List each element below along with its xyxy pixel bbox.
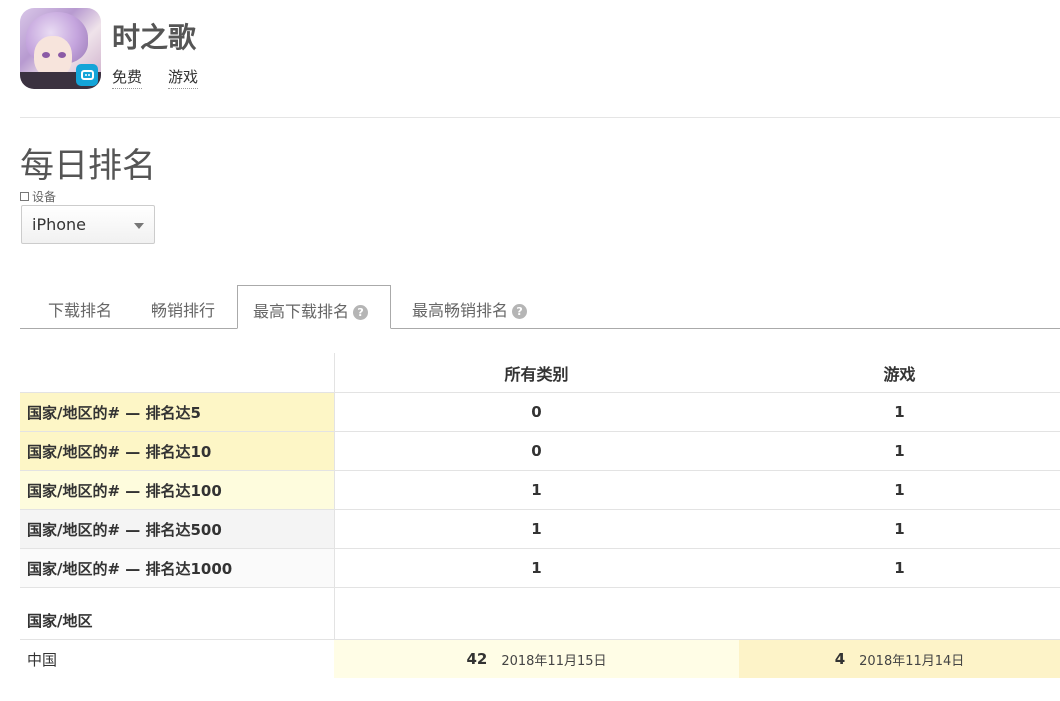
help-icon[interactable]: ? — [512, 304, 528, 319]
device-select[interactable]: iPhone — [21, 205, 155, 244]
tab-grossing-rank[interactable]: 畅销排行 — [151, 285, 215, 329]
country-name[interactable]: 中国 — [20, 640, 334, 678]
app-icon-eye — [58, 52, 66, 58]
section-title: 每日排名 — [20, 146, 156, 186]
row-value-all: 1 — [531, 559, 542, 577]
device-label-text: 设备 — [32, 190, 57, 204]
tab-top-download-rank[interactable]: 最高下载排名? — [237, 285, 391, 329]
app-header: 时之歌 免费 游戏 — [20, 8, 1060, 118]
help-icon[interactable]: ? — [353, 305, 369, 320]
row-label: 国家/地区的# — 排名达10 — [20, 432, 334, 470]
rank-value: 4 — [834, 650, 846, 668]
table-row: 国家/地区的# — 排名达10 0 1 — [20, 432, 1060, 471]
tab-label: 最高下载排名 — [253, 302, 350, 321]
country-value-game: 4 2018年11月14日 — [739, 640, 1060, 678]
row-value-all: 1 — [531, 481, 542, 499]
row-label: 国家/地区的# — 排名达500 — [20, 510, 334, 548]
rank-date: 2018年11月15日 — [501, 653, 607, 669]
tab-top-grossing-rank[interactable]: 最高畅销排名? — [412, 285, 528, 329]
tag-game[interactable]: 游戏 — [168, 66, 199, 89]
column-header-all[interactable]: 所有类别 — [334, 353, 739, 392]
tag-free[interactable]: 免费 — [112, 66, 143, 89]
device-checkbox-icon — [20, 192, 29, 201]
tab-label: 最高畅销排名 — [412, 301, 509, 320]
row-value-game: 1 — [894, 403, 905, 421]
chevron-down-icon — [134, 223, 144, 229]
row-value-all: 0 — [531, 403, 542, 421]
row-label: 国家/地区的# — 排名达100 — [20, 471, 334, 509]
row-label: 国家/地区的# — 排名达5 — [20, 393, 334, 431]
table-row: 国家/地区的# — 排名达5 0 1 — [20, 393, 1060, 432]
app-tags: 免费 游戏 — [112, 66, 199, 89]
app-title: 时之歌 — [112, 21, 197, 54]
bilibili-icon — [76, 64, 98, 86]
row-value-all: 0 — [531, 442, 542, 460]
row-value-game: 1 — [894, 520, 905, 538]
app-icon[interactable] — [20, 8, 101, 89]
rank-date: 2018年11月14日 — [859, 653, 965, 669]
tab-label: 畅销排行 — [151, 301, 216, 320]
table-row: 国家/地区的# — 排名达500 1 1 — [20, 510, 1060, 549]
table-header-row: 所有类别 游戏 — [20, 353, 1060, 393]
country-header: 国家/地区 — [27, 612, 93, 630]
table-row: 国家/地区的# — 排名达100 1 1 — [20, 471, 1060, 510]
device-label: 设备 — [20, 188, 56, 205]
table-row: 国家/地区的# — 排名达1000 1 1 — [20, 549, 1060, 588]
tab-label: 下载排名 — [48, 301, 113, 320]
row-label: 国家/地区的# — 排名达1000 — [20, 549, 334, 587]
column-header-game[interactable]: 游戏 — [739, 353, 1060, 392]
country-header-row: 国家/地区 — [20, 588, 1060, 640]
row-value-game: 1 — [894, 442, 905, 460]
row-value-all: 1 — [531, 520, 542, 538]
rank-tabs: 下载排名 畅销排行 最高下载排名? 最高畅销排名? — [20, 285, 1060, 329]
row-value-game: 1 — [894, 481, 905, 499]
rank-value: 42 — [466, 650, 488, 668]
device-select-value: iPhone — [32, 215, 87, 234]
country-value-all: 42 2018年11月15日 — [334, 640, 739, 678]
tab-download-rank[interactable]: 下载排名 — [48, 285, 112, 329]
row-value-game: 1 — [894, 559, 905, 577]
app-icon-eye — [42, 52, 50, 58]
table-row: 中国 42 2018年11月15日 4 2018年11月14日 — [20, 640, 1060, 678]
